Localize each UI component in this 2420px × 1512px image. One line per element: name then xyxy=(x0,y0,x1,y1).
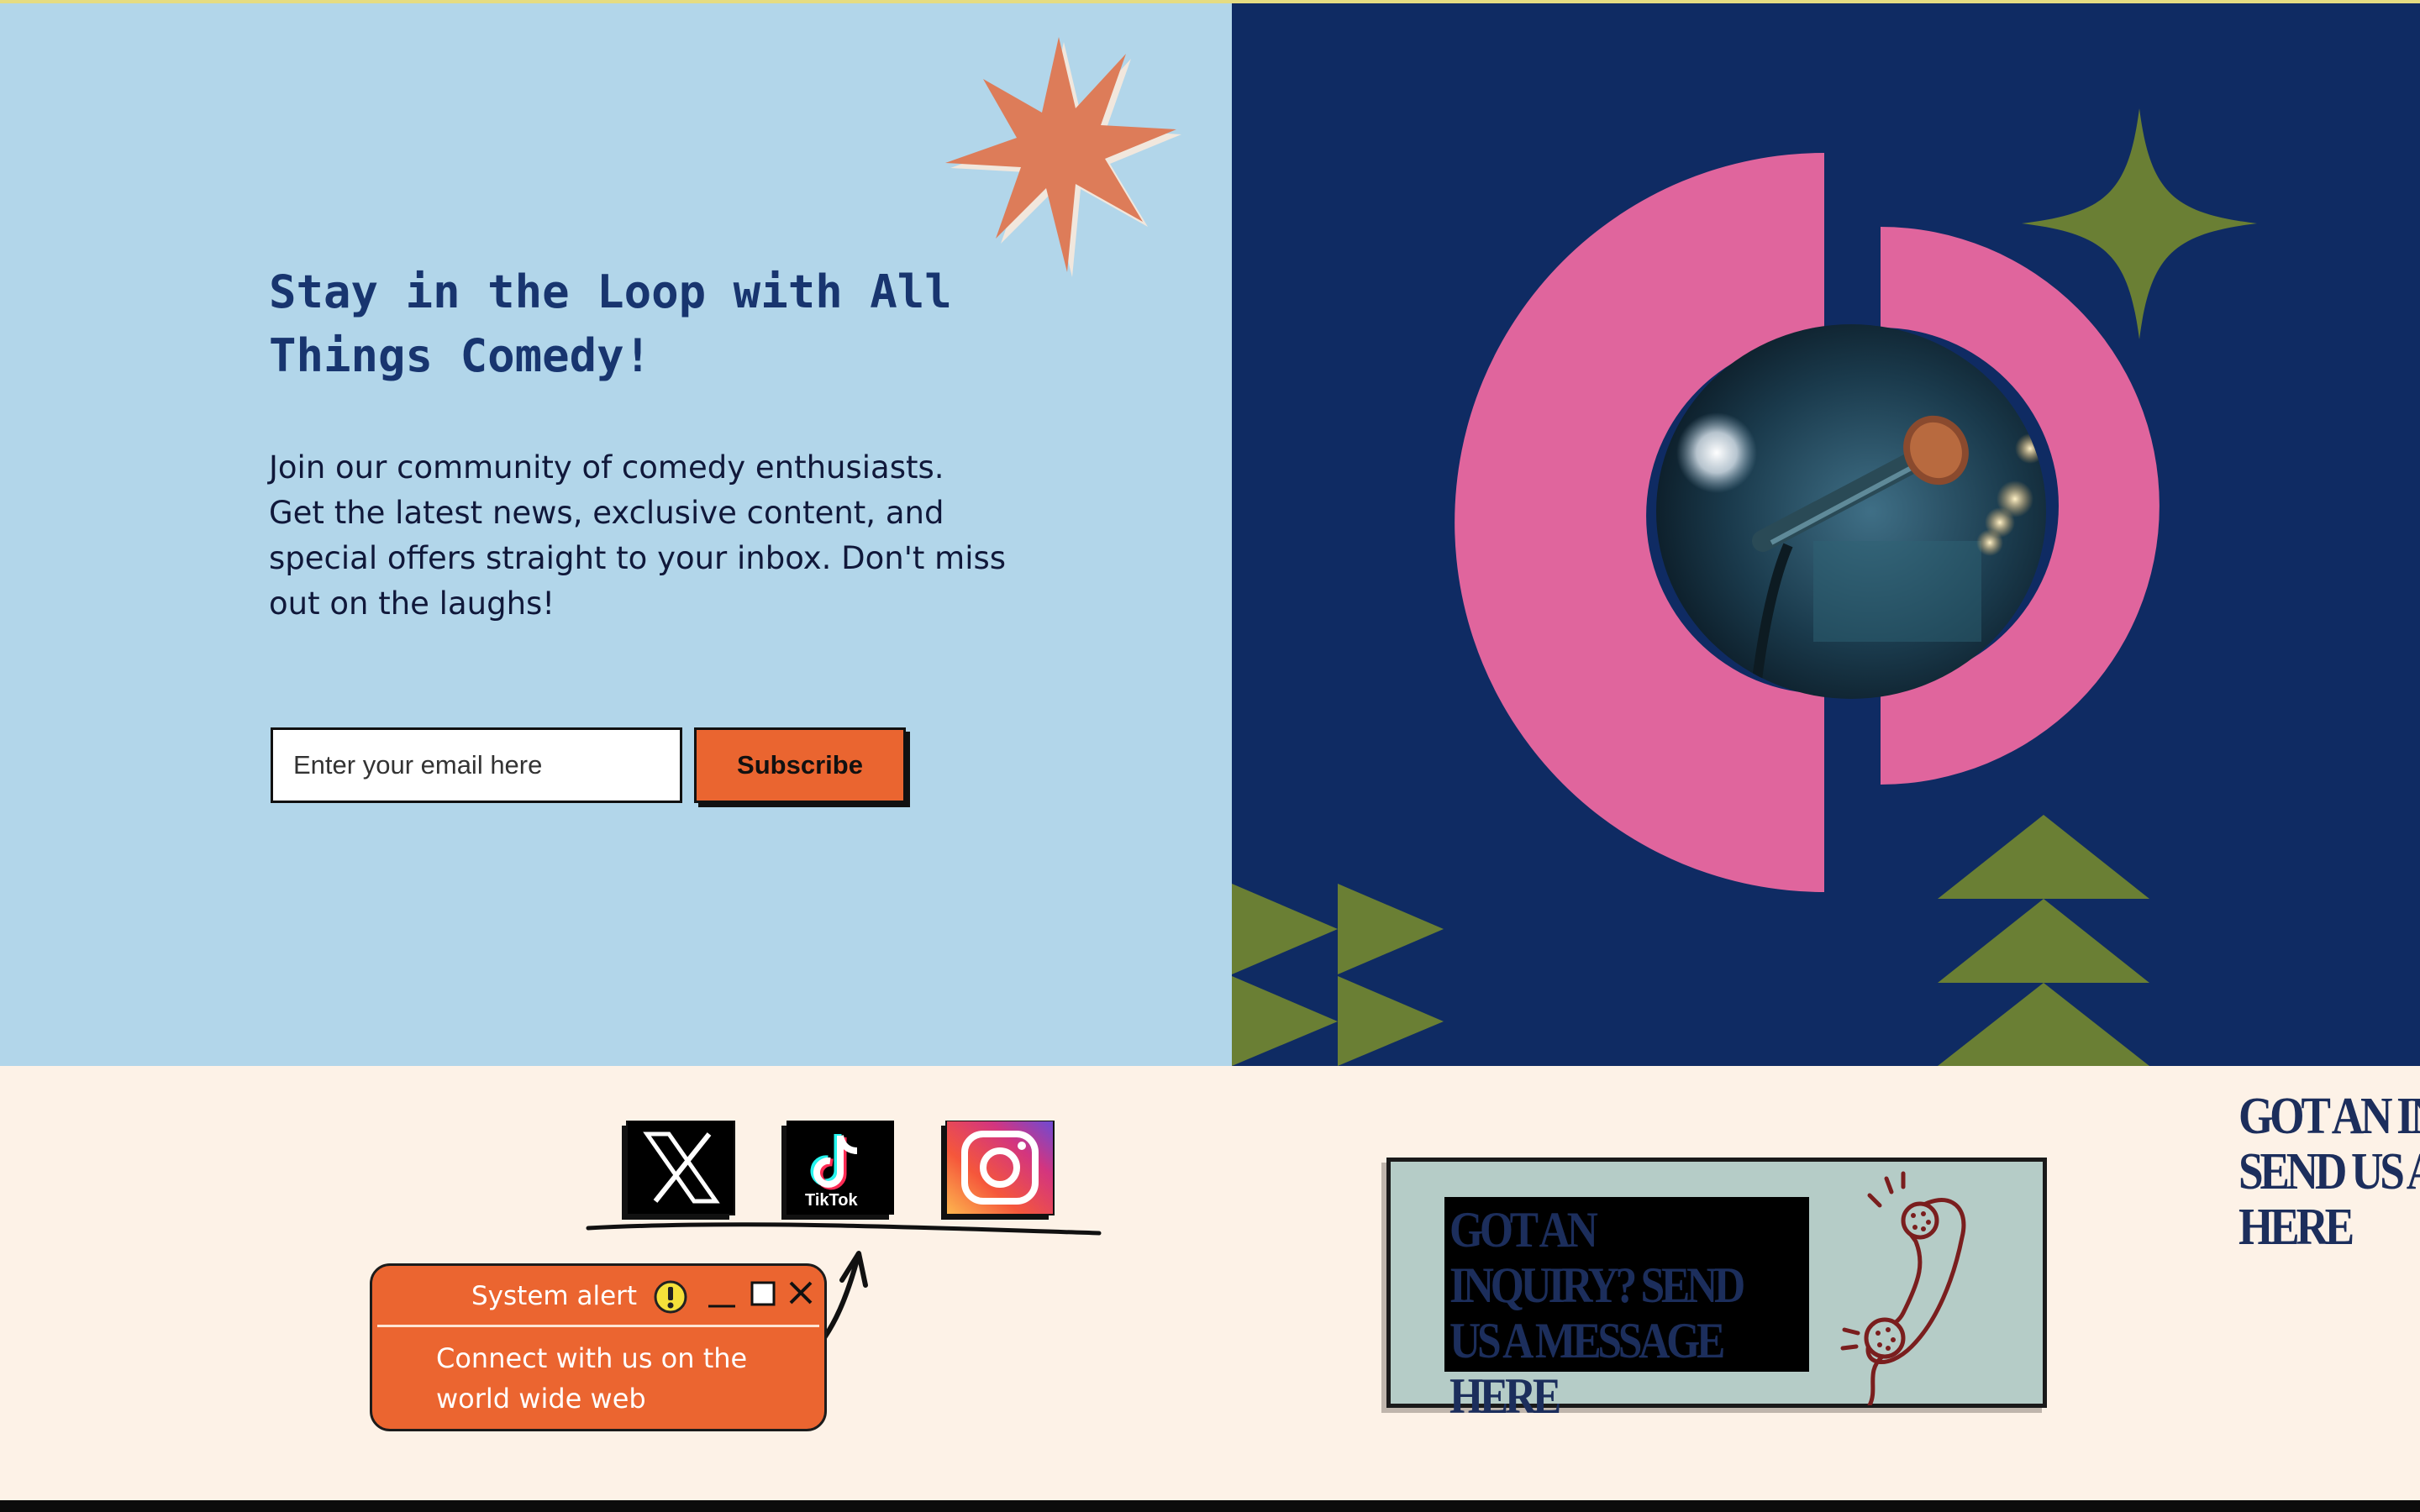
alert-divider xyxy=(377,1325,819,1327)
maximize-icon[interactable] xyxy=(750,1281,776,1306)
system-alert-dialog: System alert Connect with us on the worl… xyxy=(370,1263,827,1431)
tiktok-label: TikTok xyxy=(805,1191,858,1210)
subscribe-button[interactable]: Subscribe xyxy=(694,727,906,803)
hero-art-section xyxy=(1232,3,2420,1066)
social-link-tiktok[interactable]: TikTok xyxy=(781,1121,895,1220)
social-link-x[interactable] xyxy=(622,1120,735,1220)
inquiry-heading: GOT AN INQUIRY? SEND US A MESSAGE HERE xyxy=(1449,1202,1745,1424)
close-icon[interactable] xyxy=(787,1279,814,1306)
alert-message: Connect with us on the world wide web xyxy=(436,1342,748,1415)
inquiry-side-heading: GOT AN INQUIRY? SEND US A MESSAGE HERE xyxy=(2238,1089,2420,1273)
bottom-border xyxy=(0,1500,2420,1512)
inquiry-card[interactable]: GOT AN INQUIRY? SEND US A MESSAGE HERE xyxy=(1386,1158,2047,1424)
instagram-icon xyxy=(941,1120,1055,1220)
telephone-icon xyxy=(1840,1171,1966,1405)
newsletter-section: Stay in the Loop with All Things Comedy!… xyxy=(0,3,1232,1066)
newsletter-headline: Stay in the Loop with All Things Comedy! xyxy=(269,265,952,382)
email-input[interactable] xyxy=(271,727,682,803)
starburst-decoration xyxy=(945,37,1181,277)
warning-icon xyxy=(654,1280,687,1314)
social-link-instagram[interactable] xyxy=(941,1120,1055,1220)
x-icon xyxy=(622,1120,735,1220)
newsletter-description: Join our community of comedy enthusiasts… xyxy=(269,449,1007,622)
inquiry-text-box: GOT AN INQUIRY? SEND US A MESSAGE HERE xyxy=(1444,1197,1809,1424)
alert-title: System alert xyxy=(471,1281,638,1311)
inquiry-side-text: GOT AN INQUIRY? SEND US A MESSAGE HERE xyxy=(2238,1089,2420,1256)
minimize-icon[interactable] xyxy=(707,1289,737,1310)
microphone-photo xyxy=(1656,324,2046,699)
